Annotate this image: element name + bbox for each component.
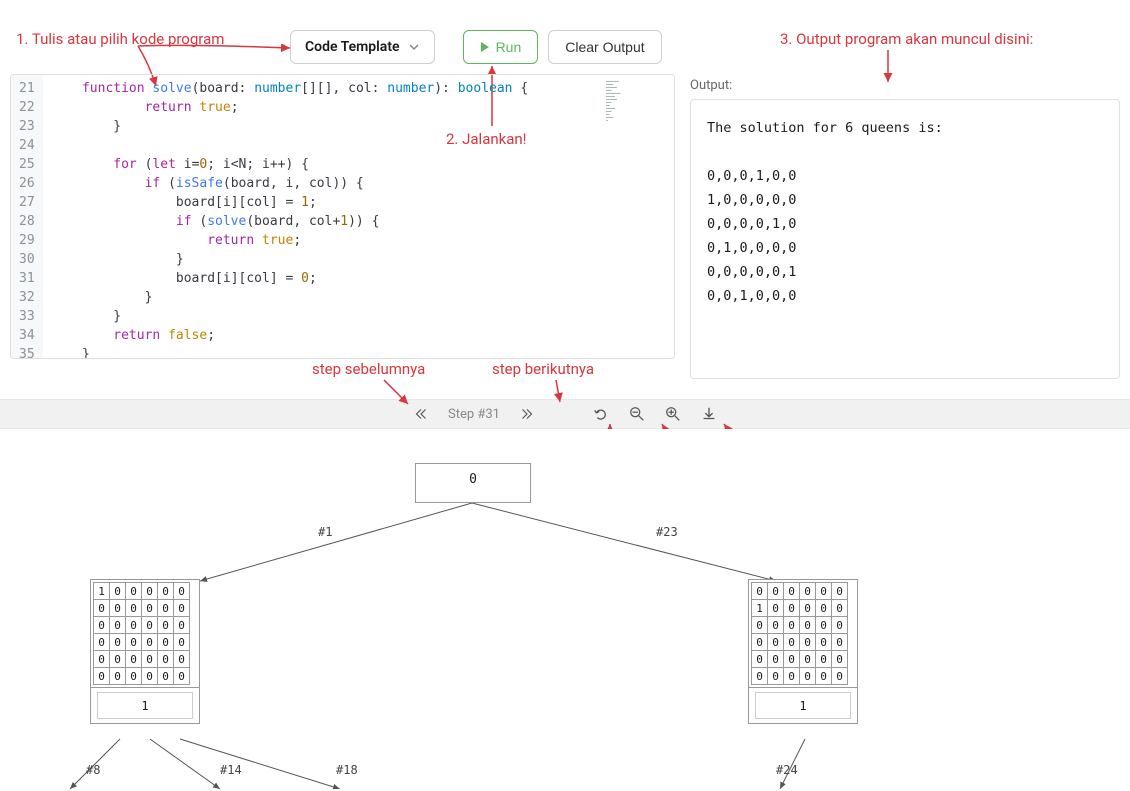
clear-label: Clear Output [565, 39, 644, 55]
code-content[interactable]: function solve(board: number[][], col: n… [43, 75, 604, 358]
arrow-to-output [880, 48, 900, 88]
run-button[interactable]: Run [463, 30, 539, 64]
tree-root[interactable]: 0 [415, 463, 531, 503]
arg-right: 1 [799, 699, 806, 713]
edge-1: #1 [318, 525, 332, 539]
run-label: Run [496, 39, 522, 55]
annotation-prev-step: step sebelumnya [312, 360, 425, 378]
arrow-next-step [552, 378, 572, 406]
call-tree[interactable]: 0 #1 #23 #8 #14 #18 #24 1000000000000000… [20, 429, 1110, 789]
download-icon [700, 405, 718, 423]
next-icon [518, 405, 536, 423]
edge-23: #23 [656, 525, 678, 539]
zoom-out-icon [628, 405, 646, 423]
output-label: Output: [690, 74, 1120, 93]
edge-24: #24 [776, 763, 798, 777]
play-icon [480, 41, 490, 53]
tree-root-value: 0 [469, 472, 477, 487]
annotation-next-step: step berikutnya [492, 360, 594, 378]
output-box: The solution for 6 queens is: 0,0,0,1,0,… [690, 99, 1120, 379]
download-button[interactable] [700, 405, 718, 423]
chevron-down-icon [408, 41, 420, 53]
edge-14: #14 [220, 763, 242, 777]
board-left: 100000000000000000000000000000000000 [93, 582, 190, 685]
clear-output-button[interactable]: Clear Output [548, 30, 661, 64]
tree-node-right[interactable]: 000000100000000000000000000000000000 1 [748, 579, 858, 724]
step-next-button[interactable] [518, 405, 536, 423]
code-editor[interactable]: 21222324252627282930313233343536 functio… [10, 74, 675, 359]
code-template-dropdown[interactable]: Code Template [290, 30, 435, 64]
board-right: 000000100000000000000000000000000000 [751, 582, 848, 685]
step-number: Step #31 [448, 407, 500, 422]
tree-node-left[interactable]: 100000000000000000000000000000000000 1 [90, 579, 200, 724]
code-template-label: Code Template [305, 39, 400, 55]
edge-8: #8 [86, 763, 100, 777]
arrow-prev-step [380, 378, 416, 408]
arg-left: 1 [141, 699, 148, 713]
edge-18: #18 [336, 763, 358, 777]
annotation-output-here: 3. Output program akan muncul disini: [780, 30, 1033, 48]
minimap[interactable]: ▂▂▂▂▂▂▂▂▂▂▂▂▂▂▂▂▂▂▂▂▂▂▂▂▂▂▂▂▂▂▂▂▂▂▂▂▂▂▂▂… [604, 75, 674, 358]
line-gutter: 21222324252627282930313233343536 [11, 75, 43, 358]
zoom-out-button[interactable] [628, 405, 646, 423]
